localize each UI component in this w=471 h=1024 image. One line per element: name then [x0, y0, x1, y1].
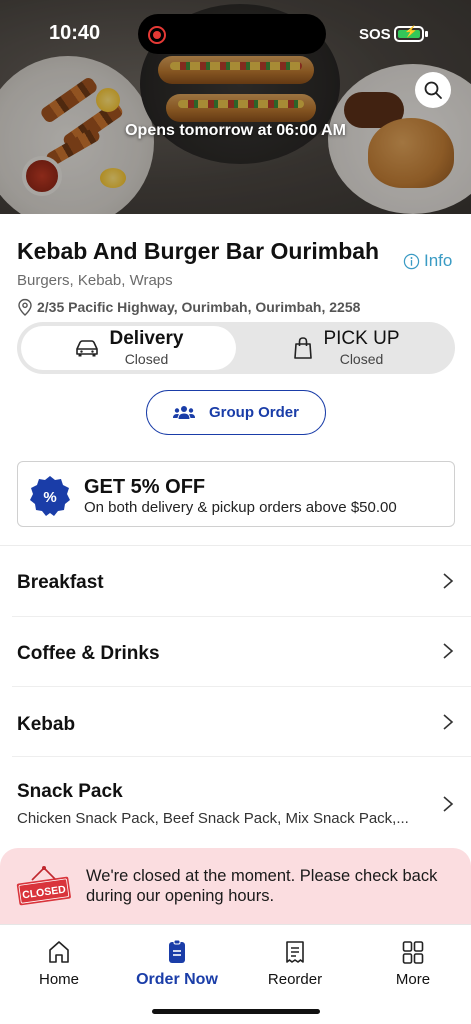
chevron-right-icon — [443, 714, 454, 730]
tab-label: Order Now — [136, 971, 218, 988]
discount-badge-icon: % — [30, 476, 70, 516]
category-subtitle: Chicken Snack Pack, Beef Snack Pack, Mix… — [17, 810, 409, 827]
store-address: 2/35 Pacific Highway, Ourimbah, Ourimbah… — [17, 298, 360, 316]
opening-hours-note: Opens tomorrow at 06:00 AM — [125, 122, 346, 139]
promo-description: On both delivery & pickup orders above $… — [84, 499, 397, 516]
pickup-option[interactable]: PICK UP Closed — [239, 326, 454, 370]
info-label: Info — [424, 251, 453, 270]
receipt-icon — [286, 941, 304, 963]
chevron-right-icon — [443, 796, 454, 812]
tab-label: Home — [38, 971, 79, 988]
tab-more[interactable]: More — [354, 939, 471, 988]
menu-category-snack-pack[interactable]: Snack Pack Chicken Snack Pack, Beef Snac… — [0, 757, 471, 847]
info-icon — [403, 253, 420, 269]
order-mode-toggle: Delivery Closed PICK UP Closed — [17, 322, 455, 374]
promo-title: GET 5% OFF — [84, 476, 206, 498]
chevron-right-icon — [443, 573, 454, 589]
menu-category-kebab[interactable]: Kebab — [0, 687, 471, 757]
tab-label: More — [395, 971, 431, 988]
chevron-right-icon — [443, 643, 454, 659]
group-order-button[interactable]: Group Order — [146, 390, 326, 435]
store-cuisines: Burgers, Kebab, Wraps — [17, 272, 173, 289]
group-icon — [172, 405, 195, 419]
address-text: 2/35 Pacific Highway, Ourimbah, Ourimbah… — [37, 299, 361, 315]
tab-order-now[interactable]: Order Now — [118, 939, 236, 989]
status-time: 10:40 — [49, 22, 101, 44]
shopping-bag-icon — [294, 337, 313, 359]
battery-icon — [394, 25, 424, 42]
battery-cap — [425, 31, 428, 37]
info-link[interactable]: Info — [403, 251, 452, 271]
grid-icon — [402, 941, 424, 964]
home-indicator — [152, 1009, 320, 1014]
delivery-status: Closed — [124, 350, 169, 367]
recording-icon — [148, 26, 166, 44]
dynamic-island — [138, 14, 326, 54]
tab-reorder[interactable]: Reorder — [236, 939, 354, 988]
location-pin-icon — [18, 298, 32, 316]
pickup-label: PICK UP — [323, 327, 400, 349]
closed-notice-banner: CLOSED We're closed at the moment. Pleas… — [0, 848, 471, 926]
order-icon — [169, 939, 185, 963]
discount-badge-symbol: % — [43, 489, 56, 506]
menu-category-breakfast[interactable]: Breakfast — [0, 546, 471, 616]
promo-card[interactable]: % GET 5% OFF On both delivery & pickup o… — [17, 461, 455, 527]
tab-home[interactable]: Home — [0, 939, 118, 988]
category-title: Kebab — [17, 714, 76, 735]
category-title: Coffee & Drinks — [17, 643, 160, 664]
search-button[interactable] — [415, 72, 451, 108]
store-name: Kebab And Burger Bar Ourimbah — [17, 238, 380, 264]
category-title: Breakfast — [17, 572, 104, 593]
category-title: Snack Pack — [17, 781, 123, 802]
home-icon — [49, 941, 69, 963]
tab-label: Reorder — [267, 971, 323, 988]
delivery-label: Delivery — [109, 327, 184, 349]
closed-sign-icon: CLOSED — [16, 866, 71, 906]
group-order-label: Group Order — [208, 404, 299, 421]
search-icon — [424, 81, 442, 99]
menu-category-coffee-drinks[interactable]: Coffee & Drinks — [0, 617, 471, 687]
delivery-option[interactable]: Delivery Closed — [21, 326, 236, 370]
closed-message: We're closed at the moment. Please check… — [86, 867, 438, 905]
pickup-status: Closed — [339, 350, 384, 367]
status-sos: SOS — [359, 26, 391, 43]
car-icon — [75, 340, 98, 357]
